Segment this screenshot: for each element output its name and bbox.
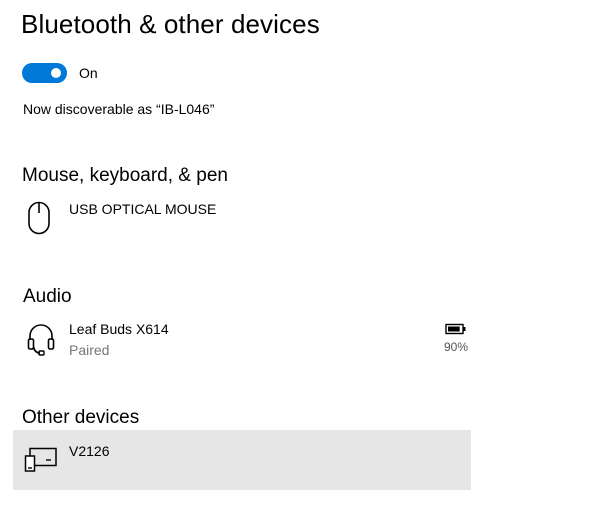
device-name: Leaf Buds X614: [69, 321, 169, 337]
headset-icon: [26, 322, 56, 361]
device-item-v2126[interactable]: V2126: [13, 430, 471, 490]
device-name: V2126: [69, 443, 110, 459]
device-item-usb-mouse[interactable]: USB OPTICAL MOUSE: [13, 193, 471, 243]
bluetooth-settings-page: Bluetooth & other devices On Now discove…: [0, 0, 595, 511]
battery-indicator: 90%: [438, 323, 474, 354]
bluetooth-toggle[interactable]: [22, 62, 67, 83]
battery-icon: [438, 323, 474, 335]
section-title-other: Other devices: [22, 407, 140, 428]
page-title: Bluetooth & other devices: [21, 9, 320, 39]
device-item-leaf-buds[interactable]: Leaf Buds X614 Paired 90%: [13, 314, 471, 366]
toggle-knob: [51, 67, 61, 78]
bluetooth-toggle-row: On: [22, 62, 98, 83]
section-title-mouse: Mouse, keyboard, & pen: [22, 165, 228, 186]
toggle-state-label: On: [79, 64, 98, 81]
display-device-icon: [24, 447, 58, 478]
discoverable-text: Now discoverable as “IB-L046”: [23, 101, 215, 117]
section-title-audio: Audio: [23, 286, 72, 307]
device-status: Paired: [69, 342, 110, 358]
device-name: USB OPTICAL MOUSE: [69, 201, 217, 217]
mouse-icon: [26, 201, 52, 240]
battery-percentage: 90%: [443, 340, 469, 354]
